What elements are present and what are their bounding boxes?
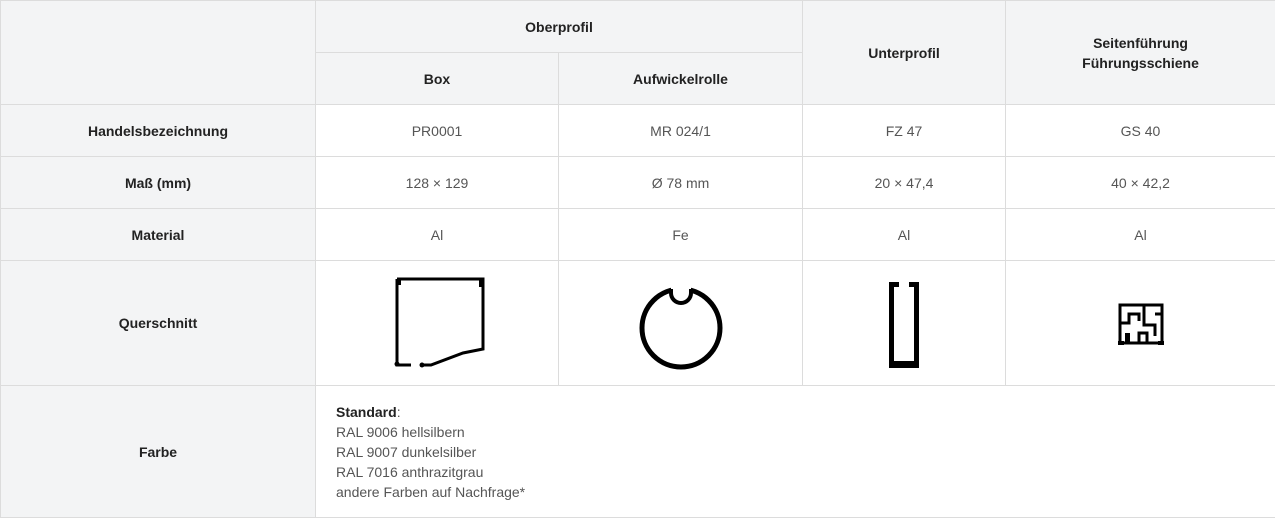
header-oberprofil: Oberprofil <box>314 0 804 53</box>
cell-image <box>557 260 804 386</box>
color-option: RAL 9007 dunkelsilber <box>336 443 477 460</box>
roller-tube-cross-section-icon <box>639 285 722 370</box>
table-row: Maß (mm) 128 × 129 Ø 78 mm 20 × 47,4 40 … <box>0 156 1275 209</box>
cell-value: Al <box>315 208 559 261</box>
cell-image <box>315 260 559 386</box>
cell-value: Al <box>1005 208 1275 261</box>
cell-value: GS 40 <box>1005 104 1275 157</box>
cell-value: Al <box>802 208 1007 261</box>
cell-value: 40 × 42,2 <box>1005 156 1275 209</box>
table-row: Querschnitt <box>0 260 1275 386</box>
row-label-material: Material <box>0 208 316 261</box>
color-option: RAL 7016 anthrazitgrau <box>336 463 484 480</box>
cell-value: MR 024/1 <box>557 104 804 157</box>
cell-value: 20 × 47,4 <box>802 156 1007 209</box>
table-row: Farbe Standard: RAL 9006 hellsilbern RAL… <box>0 385 1275 518</box>
header-seitenfuehrung-line2: Führungsschiene <box>1082 54 1199 71</box>
row-label-farbe: Farbe <box>0 385 316 518</box>
cell-value: PR0001 <box>315 104 559 157</box>
table-row: Material Al Fe Al Al <box>0 208 1275 261</box>
cell-image <box>802 260 1007 386</box>
header-box: Box <box>315 52 559 105</box>
corner-cell <box>0 0 316 105</box>
color-option: RAL 9006 hellsilbern <box>336 423 465 440</box>
header-unterprofil: Unterprofil <box>802 0 1007 105</box>
cell-image <box>1005 260 1275 386</box>
cell-value: FZ 47 <box>802 104 1007 157</box>
header-seitenfuehrung: Seitenführung Führungsschiene <box>1005 0 1275 105</box>
spec-table: Oberprofil Unterprofil Seitenführung Füh… <box>0 0 1275 518</box>
color-options: Standard: RAL 9006 hellsilbern RAL 9007 … <box>314 385 1275 518</box>
cell-value: Fe <box>557 208 804 261</box>
standard-label: Standard <box>336 403 397 420</box>
cell-value: 128 × 129 <box>315 156 559 209</box>
standard-suffix: : <box>396 403 401 420</box>
standard-heading: Standard: <box>336 402 1275 422</box>
row-label-handelsbezeichnung: Handelsbezeichnung <box>0 104 316 157</box>
guide-rail-cross-section-icon <box>1117 303 1164 345</box>
header-aufwickelrolle: Aufwickelrolle <box>557 52 804 105</box>
cell-value: Ø 78 mm <box>557 156 804 209</box>
table-row: Handelsbezeichnung PR0001 MR 024/1 FZ 47… <box>0 104 1275 157</box>
box-profile-cross-section-icon <box>394 277 485 368</box>
row-label-querschnitt: Querschnitt <box>0 260 316 386</box>
bottom-profile-cross-section-icon <box>889 282 920 368</box>
color-option: andere Farben auf Nachfrage* <box>336 483 526 500</box>
row-label-mass: Maß (mm) <box>0 156 316 209</box>
header-seitenfuehrung-line1: Seitenführung <box>1093 34 1188 51</box>
